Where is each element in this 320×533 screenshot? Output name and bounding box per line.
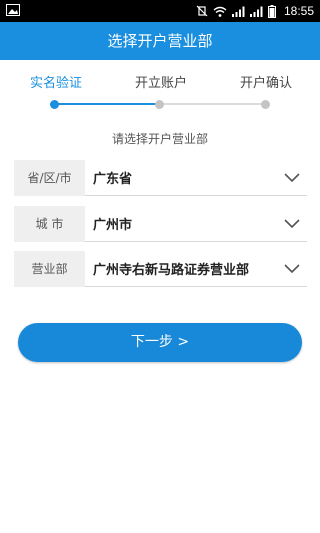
city-value: 广州市 bbox=[93, 218, 133, 233]
chevron-down-icon bbox=[277, 251, 307, 287]
step-dot-3 bbox=[261, 100, 270, 109]
wifi-icon bbox=[213, 6, 227, 17]
chevron-down-icon bbox=[277, 206, 307, 242]
next-step-button[interactable]: 下一步 > bbox=[18, 323, 302, 362]
signal-icon bbox=[231, 6, 245, 17]
step-indicator: 实名验证 开立账户 开户确认 bbox=[0, 60, 320, 120]
step-dot-2 bbox=[155, 100, 164, 109]
select-branch-prompt: 请选择开户营业部 bbox=[111, 132, 208, 146]
step-label-open-account: 开立账户 bbox=[135, 76, 188, 91]
battery-icon bbox=[267, 4, 276, 18]
vibrate-mute-icon bbox=[196, 5, 208, 17]
branch-select[interactable]: 营业部 广州寺右新马路证券营业部 bbox=[14, 250, 307, 287]
step-progress-line-inactive bbox=[160, 103, 266, 105]
province-value: 广东省 bbox=[93, 172, 133, 187]
branch-value: 广州寺右新马路证券营业部 bbox=[93, 263, 250, 278]
signal-icon-2 bbox=[249, 6, 263, 17]
step-label-confirm: 开户确认 bbox=[240, 76, 293, 91]
city-label: 城 市 bbox=[14, 205, 85, 242]
province-select[interactable]: 省/区/市 广东省 bbox=[14, 159, 307, 196]
chevron-down-icon bbox=[277, 160, 307, 196]
clock-time: 18:55 bbox=[283, 4, 314, 18]
branch-label: 营业部 bbox=[14, 250, 85, 287]
step-dot-1 bbox=[50, 100, 59, 109]
city-select[interactable]: 城 市 广州市 bbox=[14, 205, 307, 242]
step-label-verify: 实名验证 bbox=[30, 76, 83, 91]
image-notification-icon bbox=[6, 4, 20, 16]
page-title: 选择开户营业部 bbox=[0, 22, 320, 60]
province-label: 省/区/市 bbox=[14, 159, 85, 196]
step-progress-line-active bbox=[54, 103, 160, 105]
status-bar: 18:55 bbox=[0, 0, 320, 22]
